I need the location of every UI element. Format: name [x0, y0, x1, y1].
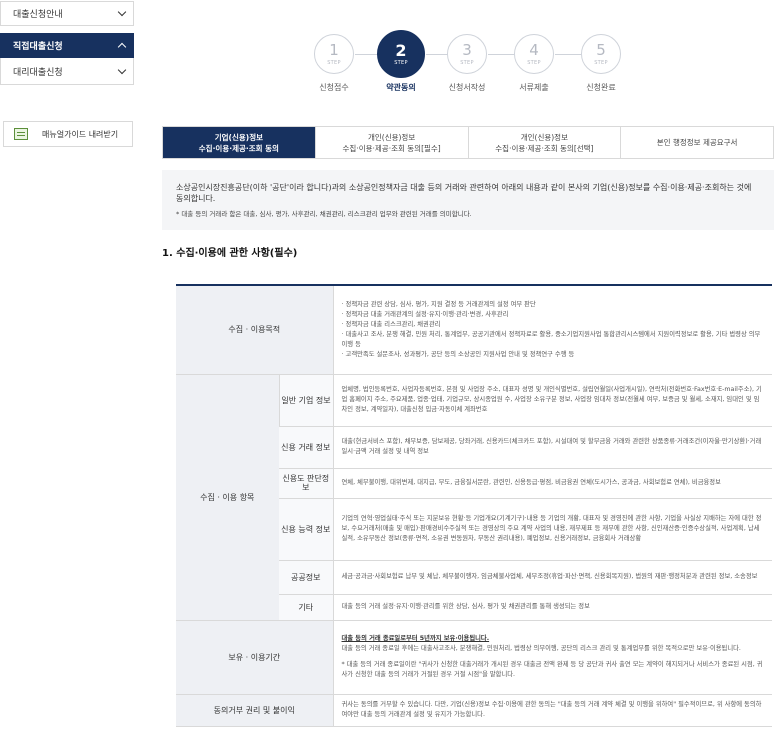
step-circle: 3 STEP: [447, 34, 487, 74]
step-3: 3 STEP 신청서작성: [447, 34, 487, 93]
consent-table: 수집 · 이용목적 정책자금 관련 상담, 심사, 평가, 지원 결정 등 거래…: [176, 284, 772, 727]
step-label: 신청완료: [586, 83, 616, 92]
step-label: 서류제출: [519, 83, 549, 92]
row-label: 신용 능력 정보: [279, 498, 334, 561]
document-download-icon: [14, 128, 28, 140]
row-text: 대출(현금서비스 포함), 채무보증, 담보제공, 당좌거래, 신용카드(체크카…: [332, 426, 772, 469]
chevron-down-icon: [117, 7, 127, 17]
sidebar-item-label: 대출신청안내: [13, 10, 63, 20]
intro-text: 소상공인시장진흥공단(이하 '공단'이라 합니다)과의 소상공인정책자금 대출 …: [176, 183, 752, 203]
step-tag: STEP: [527, 59, 541, 66]
sidebar-item-direct-loan[interactable]: 직접대출신청: [0, 33, 134, 58]
step-connector: [555, 54, 581, 55]
step-circle: 4 STEP: [514, 34, 554, 74]
retention-bold: 대출 등의 거래 종료일로부터 5년까지 보유·이용됩니다.: [341, 635, 490, 642]
step-4: 4 STEP 서류제출: [514, 34, 554, 93]
step-circle: 2 STEP: [377, 30, 425, 78]
manual-download-label: 매뉴얼가이드 내려받기: [42, 129, 119, 139]
tab-label-line1: 기업(신용)정보: [214, 132, 263, 142]
refusal-text: 귀사는 동의를 거부할 수 있습니다. 다만, 기업(신용)정보 수집·이용에 …: [332, 694, 772, 727]
chevron-down-icon: [117, 65, 127, 74]
retention-cell: 대출 등의 거래 종료일로부터 5년까지 보유·이용됩니다. 대출 등의 거래 …: [332, 620, 772, 695]
table-row: 수집 · 이용목적 정책자금 관련 상담, 심사, 평가, 지원 결정 등 거래…: [176, 286, 772, 375]
row-text: 대출 등의 거래 설정·유지·이행·관리를 위한 상담, 심사, 평가 및 채권…: [332, 594, 772, 621]
purpose-cell: 정책자금 관련 상담, 심사, 평가, 지원 결정 등 거래관계의 설정 여부 …: [332, 286, 772, 375]
row-text: 업체명, 법인등록번호, 사업자등록번호, 본점 및 사업장 주소, 대표자 성…: [332, 374, 772, 427]
tab-label-line1: 개인(신용)정보: [367, 132, 416, 142]
step-label: 약관동의: [386, 83, 416, 92]
step-tag: STEP: [327, 59, 341, 66]
step-circle: 1 STEP: [314, 34, 354, 74]
row-text: 세금·공과금·사회보험료 납부 및 체납, 체무불이행자, 임금체불사업체, 세…: [332, 560, 772, 595]
retention-header: 보유 · 이용기간: [176, 620, 334, 695]
step-connector: [488, 54, 514, 55]
tab-label-line2: 수집·이용·제공·조회 동의[필수]: [342, 143, 441, 153]
refusal-header: 동의거부 권리 및 불이익: [176, 694, 334, 727]
intro-note: * 대출 등의 거래라 함은 대출, 심사, 평가, 사후관리, 채권관리, 리…: [176, 210, 472, 218]
tab-corporate-info[interactable]: 기업(신용)정보 수집·이용·제공·조회 동의: [163, 127, 315, 158]
row-label: 기타: [279, 594, 334, 621]
manual-download-button[interactable]: 매뉴얼가이드 내려받기: [3, 121, 133, 147]
step-circle: 5 STEP: [581, 34, 621, 74]
sidebar: 대출신청안내 직접대출신청 대리대출신청: [0, 0, 134, 85]
row-label: 일반 기업 정보: [278, 374, 334, 427]
section-title: 1. 수집·이용에 관한 사항(필수): [162, 248, 298, 259]
step-1: 1 STEP 신청접수: [314, 34, 354, 93]
step-5: 5 STEP 신청완료: [581, 34, 621, 93]
step-number: 3: [462, 40, 472, 59]
step-tag: STEP: [594, 59, 608, 66]
row-label: 공공정보: [279, 560, 334, 595]
list-item: 대출사고 조사, 분쟁 해결, 민원 처리, 통계업무, 공공기관에서 정책자료…: [342, 330, 764, 350]
tab-personal-required[interactable]: 개인(신용)정보 수집·이용·제공·조회 동의[필수]: [314, 127, 468, 158]
table-row: 보유 · 이용기간 대출 등의 거래 종료일로부터 5년까지 보유·이용됩니다.…: [176, 620, 772, 695]
consent-tabs: 기업(신용)정보 수집·이용·제공·조회 동의 개인(신용)정보 수집·이용·제…: [162, 126, 774, 159]
step-number: 2: [395, 40, 407, 60]
sidebar-item-label: 직접대출신청: [13, 42, 63, 52]
tab-personal-optional[interactable]: 개인(신용)정보 수집·이용·제공·조회 동의[선택]: [467, 127, 621, 158]
tab-admin-info-request[interactable]: 본인 행정정보 제공요구서: [620, 127, 773, 158]
step-label: 신청접수: [319, 83, 349, 92]
table-row: 동의거부 권리 및 불이익 귀사는 동의를 거부할 수 있습니다. 다만, 기업…: [176, 694, 772, 727]
sidebar-item-proxy-loan[interactable]: 대리대출신청: [0, 58, 134, 85]
sidebar-item-label: 대리대출신청: [13, 67, 63, 78]
tab-label-line1: 개인(신용)정보: [520, 132, 568, 142]
retention-note: * 대출 등의 거래 종료일이란 "귀사가 신청한 대출거래가 개시된 경우 대…: [341, 661, 763, 678]
step-2: 2 STEP 약관동의: [377, 30, 425, 93]
step-label: 신청서작성: [448, 83, 486, 92]
tab-label-line2: 수집·이용·제공·조회 동의: [198, 143, 279, 153]
intro-box: 소상공인시장진흥공단(이하 '공단'이라 합니다)과의 소상공인정책자금 대출 …: [162, 170, 774, 230]
tab-label-line2: 수집·이용·제공·조회 동의[선택]: [495, 143, 594, 153]
row-text: 연체, 체무불이행, 대위변제, 대지급, 부도, 금융질서문란, 관련인, 신…: [332, 468, 772, 499]
step-number: 4: [529, 40, 539, 59]
tab-label-line1: 본인 행정정보 제공요구서: [656, 138, 738, 147]
list-item: 정책자금 대출 리스크관리, 채권관리: [342, 320, 764, 330]
step-number: 5: [596, 40, 606, 59]
row-text: 기업의 연혁·영업실태·주식 또는 지분보유 현황·등 기업개요(기계기구)·내…: [332, 498, 772, 561]
step-tag: STEP: [394, 59, 408, 66]
retention-text: 대출 등의 거래 종료일 후에는 대출사고조사, 분쟁해결, 민원처리, 법령상…: [341, 645, 741, 652]
purpose-header: 수집 · 이용목적: [176, 286, 334, 375]
list-item: 정책자금 대출 거래관계의 설정·유지·이행·관리·변경, 사후관리: [342, 310, 764, 320]
table-row: 수집 · 이용 항목 일반 기업 정보 업체명, 법인등록번호, 사업자등록번호…: [176, 374, 772, 621]
row-label: 신용 거래 정보: [279, 426, 334, 469]
list-item: 고객만족도 설문조사, 성과평가, 공단 등의 소상공인 지원사업 안내 및 정…: [342, 350, 764, 360]
items-header: 수집 · 이용 항목: [176, 374, 279, 621]
list-item: 정책자금 관련 상담, 심사, 평가, 지원 결정 등 거래관계의 설정 여부 …: [342, 300, 764, 310]
chevron-up-icon: [117, 42, 127, 52]
sidebar-item-loan-guide[interactable]: 대출신청안내: [0, 1, 134, 26]
row-label: 신용도 판단정보: [279, 468, 334, 499]
step-tag: STEP: [460, 59, 474, 66]
step-number: 1: [329, 40, 339, 59]
